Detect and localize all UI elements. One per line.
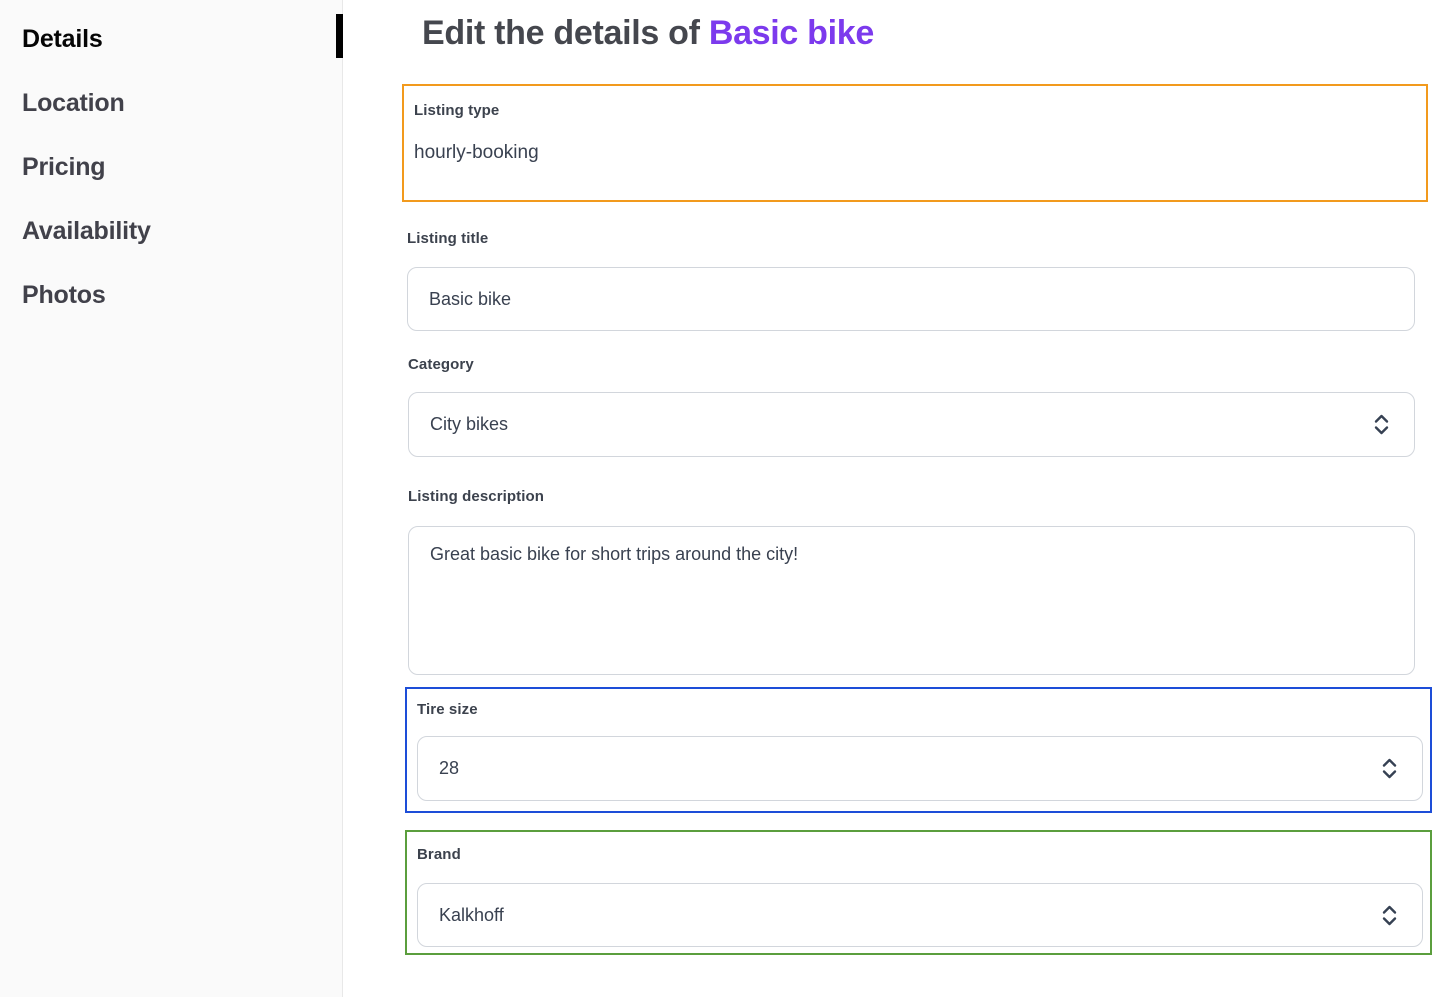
sidebar-item-label: Details [22,25,103,54]
brand-selected-value: Kalkhoff [439,905,1382,926]
page-title-listing-name: Basic bike [709,14,874,52]
tire-size-label: Tire size [417,701,478,718]
sidebar-item-label: Location [22,89,125,118]
listing-title-label: Listing title [407,230,488,247]
chevron-up-down-icon [1382,758,1397,779]
chevron-up-down-icon [1374,414,1389,435]
listing-type-group: Listing type hourly-booking [402,84,1428,202]
sidebar-item-photos[interactable]: Photos [22,278,106,312]
brand-label: Brand [417,846,461,863]
chevron-up-down-icon [1382,905,1397,926]
listing-title-input[interactable] [407,267,1415,331]
sidebar-item-pricing[interactable]: Pricing [22,150,105,184]
category-select[interactable]: City bikes [408,392,1415,457]
active-tab-indicator [336,14,343,58]
brand-select[interactable]: Kalkhoff [417,883,1423,947]
sidebar-item-label: Availability [22,217,151,246]
listing-type-label: Listing type [414,102,499,119]
tire-size-select[interactable]: 28 [417,736,1423,801]
brand-group: Brand Kalkhoff [405,830,1432,955]
sidebar-item-availability[interactable]: Availability [22,214,151,248]
sidebar-item-location[interactable]: Location [22,86,125,120]
category-label: Category [408,356,474,373]
listing-description-label: Listing description [408,488,544,505]
sidebar-item-label: Pricing [22,153,105,182]
sidebar: Details Location Pricing Availability Ph… [0,0,343,997]
tire-size-selected-value: 28 [439,758,1382,779]
sidebar-item-label: Photos [22,281,106,310]
listing-edit-page: Details Location Pricing Availability Ph… [0,0,1456,997]
sidebar-item-details[interactable]: Details [22,22,103,56]
listing-type-value: hourly-booking [414,142,539,164]
page-title-prefix: Edit the details of [422,14,709,52]
category-selected-value: City bikes [430,414,1374,435]
listing-description-textarea[interactable]: Great basic bike for short trips around … [408,526,1415,675]
tire-size-group: Tire size 28 [405,687,1432,813]
page-title: Edit the details of Basic bike [422,14,874,53]
main-content: Edit the details of Basic bike Listing t… [343,0,1456,997]
